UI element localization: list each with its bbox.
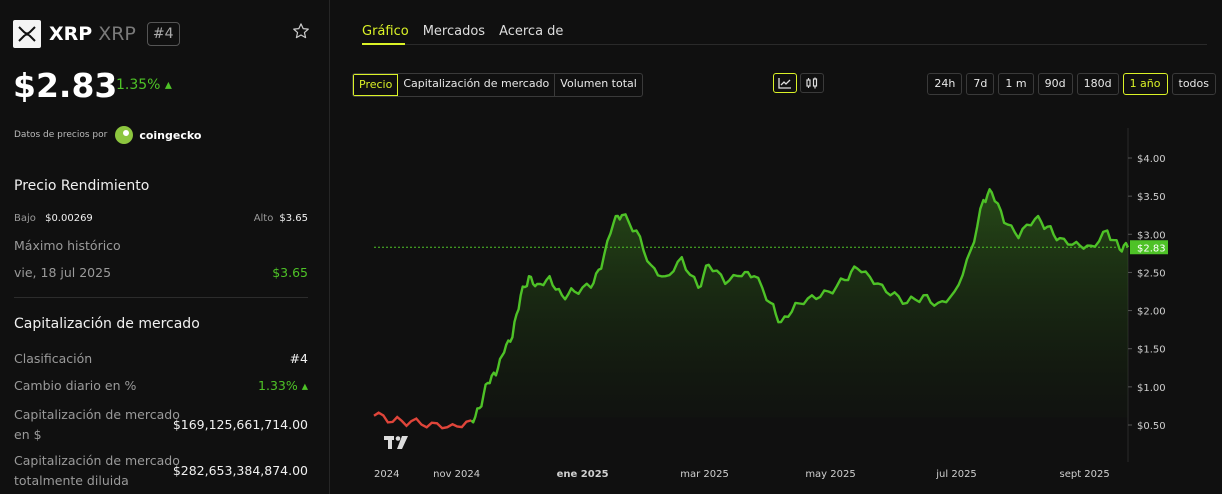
star-icon[interactable] (292, 22, 310, 44)
low-high-row: Bajo $0.00269 Alto $3.65 (14, 213, 308, 224)
daily-change-row: Cambio diario en % 1.33% ▴ (14, 378, 308, 393)
high-value: $3.65 (279, 213, 308, 224)
ath-date: vie, 18 jul 2025 (14, 265, 112, 280)
y-tick-label: $4.00 (1137, 154, 1166, 165)
coingecko-brand[interactable]: coingecko (139, 129, 201, 142)
tradingview-logo[interactable] (384, 436, 408, 449)
market-cap-usd-value: $169,125,661,714.00 (172, 417, 308, 432)
price-line-low-segment (373, 411, 472, 430)
rank-value: #4 (289, 351, 308, 366)
y-tick-label: $1.50 (1137, 345, 1166, 356)
x-tick-label: 2024 (374, 469, 399, 480)
y-tick-label: $1.00 (1137, 383, 1166, 394)
market-cap-usd-row: Capitalización de mercado en $ $169,125,… (14, 405, 308, 445)
x-tick-label: ene 2025 (557, 469, 609, 480)
xrp-logo-icon (13, 20, 41, 48)
rank-badge: #4 (146, 22, 180, 46)
performance-title: Precio Rendimiento (14, 178, 150, 194)
coin-name: XRP (98, 23, 136, 45)
y-tick-label: $0.50 (1137, 421, 1166, 432)
coingecko-logo-icon (115, 126, 134, 144)
coin-header: XRP XRP #4 (13, 20, 313, 48)
y-tick-label: $2.50 (1137, 268, 1166, 279)
rank-label: Clasificación (14, 351, 93, 366)
rank-row: Clasificación #4 (14, 351, 308, 366)
daily-change-value: 1.33% ▴ (258, 378, 308, 393)
ath-value: $3.65 (272, 265, 308, 280)
price-attribution: Datos de precios por coingecko (14, 126, 201, 144)
low-label: Bajo (14, 213, 36, 224)
y-tick-label: $3.00 (1137, 230, 1166, 241)
high-group: Alto $3.65 (254, 213, 308, 224)
current-price-badge-label: $2.83 (1137, 243, 1166, 254)
price-chart[interactable]: $4.00 $3.50 $3.00 $2.50 $2.00 $1.50 $1.00 $0.50… (331, 0, 1222, 494)
market-cap-title: Capitalización de mercado (14, 316, 200, 332)
ath-row: vie, 18 jul 2025 $3.65 (14, 265, 308, 280)
low-value: $0.00269 (45, 213, 93, 224)
x-tick-label: jul 2025 (935, 469, 977, 480)
fdv-value: $282,653,384,874.00 (172, 463, 308, 478)
x-tick-label: nov 2024 (433, 469, 480, 480)
x-tick-label: sept 2025 (1059, 469, 1109, 480)
coin-symbol: XRP (49, 23, 93, 45)
x-tick-label: may 2025 (805, 469, 855, 480)
high-label: Alto (253, 213, 274, 224)
daily-change-label: Cambio diario en % (14, 378, 137, 393)
current-price: $2.83 (13, 66, 118, 105)
attribution-label: Datos de precios por (14, 130, 108, 140)
y-tick-label: $3.50 (1137, 192, 1166, 203)
y-tick-label: $2.00 (1137, 307, 1166, 318)
chart-panel: Gráfico Mercados Acerca de Precio Capita… (331, 0, 1222, 494)
price-change: 1.35% ▴ (116, 77, 172, 93)
divider (14, 297, 308, 298)
ath-label: Máximo histórico (14, 238, 121, 253)
coin-info-panel: XRP XRP #4 $2.83 1.35% ▴ Datos de precio… (0, 0, 330, 494)
x-tick-label: mar 2025 (680, 469, 729, 480)
fdv-row: Capitalización de mercado totalmente dil… (14, 451, 308, 491)
